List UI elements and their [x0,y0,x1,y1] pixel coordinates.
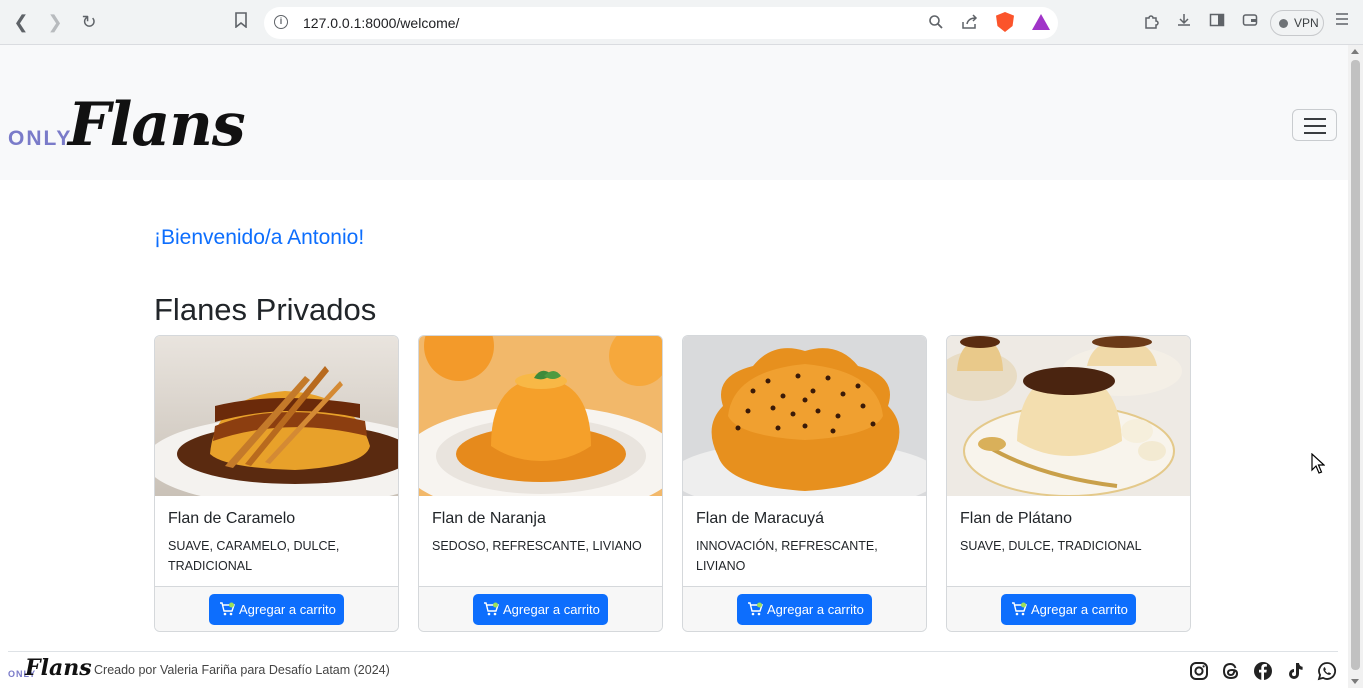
logo-only-text: ONLY [8,127,73,150]
vpn-status-icon [1279,19,1288,28]
add-to-cart-label: Agregar a carrito [503,602,600,617]
card-footer: Agregar a carrito [419,586,662,631]
flan-maracuya-image [683,336,926,496]
forward-icon[interactable]: ❯ [44,11,66,33]
downloads-icon[interactable] [1174,12,1194,32]
zoom-icon[interactable] [926,14,946,34]
welcome-message: ¡Bienvenido/a Antonio! [154,226,365,249]
product-card: Flan de Caramelo SUAVE, CARAMELO, DULCE,… [154,335,399,632]
extensions-icon[interactable] [1142,12,1162,32]
whatsapp-icon[interactable] [1317,661,1337,681]
footer-logo-flans-text: Flans [25,655,92,681]
add-to-cart-label: Agregar a carrito [767,602,864,617]
tiktok-icon[interactable] [1285,661,1305,681]
add-to-cart-button[interactable]: Agregar a carrito [1001,594,1136,625]
scroll-down-icon[interactable] [1351,679,1359,684]
card-footer: Agregar a carrito [683,586,926,631]
site-info-icon[interactable]: i [274,15,288,29]
card-title: Flan de Caramelo [168,510,296,527]
back-icon[interactable]: ❮ [10,11,32,33]
address-bar[interactable]: i 127.0.0.1:8000/welcome/ [264,7,1058,39]
card-footer: Agregar a carrito [155,586,398,631]
cart-icon [1012,602,1027,616]
instagram-icon[interactable] [1189,661,1209,681]
vpn-label: VPN [1294,16,1319,30]
hamburger-line [1304,118,1326,120]
add-to-cart-button[interactable]: Agregar a carrito [209,594,344,625]
card-tags: INNOVACIÓN, REFRESCANTE, LIVIANO [696,539,878,573]
logo-flans-text: Flans [68,90,246,160]
menu-icon[interactable] [1332,12,1352,32]
facebook-icon[interactable] [1253,661,1273,681]
cart-icon [748,602,763,616]
card-title: Flan de Plátano [960,510,1073,527]
product-card: Flan de Maracuyá INNOVACIÓN, REFRESCANTE… [682,335,927,632]
bookmark-icon[interactable] [230,11,252,33]
site-navbar: ONLY Flans [0,45,1348,180]
mouse-cursor-icon [1311,452,1326,480]
flan-platano-image [947,336,1190,496]
browser-toolbar: ❮ ❯ ↻ i 127.0.0.1:8000/welcome/ VPN [0,0,1363,45]
cart-icon [484,602,499,616]
scrollbar-thumb[interactable] [1351,60,1360,670]
footer-credit: Creado por Valeria Fariña para Desafío L… [94,663,390,677]
add-to-cart-label: Agregar a carrito [1031,602,1128,617]
wallet-icon[interactable] [1240,12,1260,32]
card-title: Flan de Naranja [432,510,546,527]
navbar-toggler-button[interactable] [1292,109,1337,141]
add-to-cart-label: Agregar a carrito [239,602,336,617]
site-footer: ONLY Flans Creado por Valeria Fariña par… [8,651,1338,688]
footer-logo[interactable]: ONLY Flans [8,655,92,683]
product-card: Flan de Naranja SEDOSO, REFRESCANTE, LIV… [418,335,663,632]
product-card: Flan de Plátano SUAVE, DULCE, TRADICIONA… [946,335,1191,632]
hamburger-line [1304,132,1326,134]
scroll-up-icon[interactable] [1351,49,1359,54]
section-title: Flanes Privados [154,292,377,327]
sidebar-icon[interactable] [1207,12,1227,32]
cart-icon [220,602,235,616]
url-text[interactable]: 127.0.0.1:8000/welcome/ [303,15,459,31]
vpn-button[interactable]: VPN [1270,10,1324,36]
flan-naranja-image [419,336,662,496]
card-title: Flan de Maracuyá [696,510,825,527]
threads-icon[interactable] [1221,661,1241,681]
card-tags: SEDOSO, REFRESCANTE, LIVIANO [432,539,642,553]
card-tags: SUAVE, DULCE, TRADICIONAL [960,539,1142,553]
add-to-cart-button[interactable]: Agregar a carrito [737,594,872,625]
card-footer: Agregar a carrito [947,586,1190,631]
page-scrollbar[interactable] [1348,45,1363,688]
brave-rewards-icon[interactable] [1032,14,1050,30]
share-icon[interactable] [960,14,980,34]
flan-caramelo-image [155,336,398,496]
reload-icon[interactable]: ↻ [78,11,100,33]
card-tags: SUAVE, CARAMELO, DULCE, TRADICIONAL [168,539,340,573]
hamburger-line [1304,125,1326,127]
add-to-cart-button[interactable]: Agregar a carrito [473,594,608,625]
